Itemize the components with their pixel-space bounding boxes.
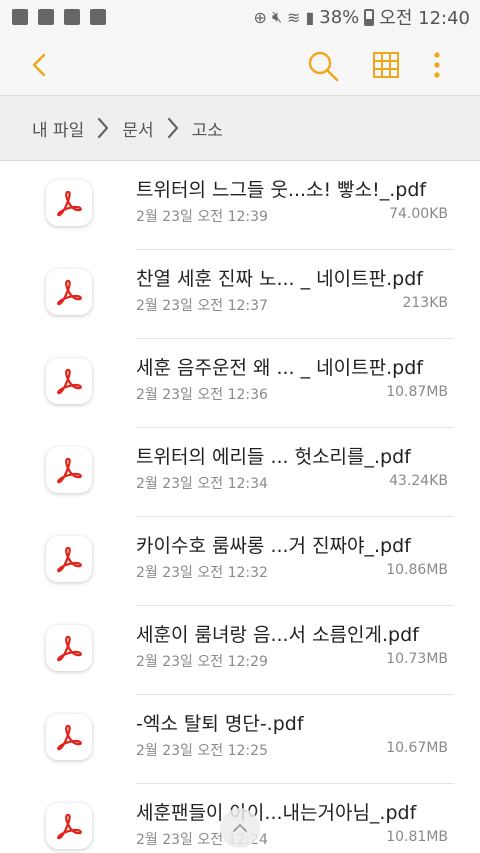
list-item[interactable]: 카이수호 룸싸롱 ...거 진짜야_.pdf 2월 23일 오전 12:32 1…: [0, 517, 480, 606]
file-date: 2월 23일 오전 12:39: [136, 209, 268, 225]
file-size: 10.87MB: [386, 384, 448, 400]
breadcrumb-documents[interactable]: 문서: [122, 116, 153, 141]
status-bar-system-icons: ⊕ 🔇︎ ≋ ▮ 38% 오전 12:40: [254, 4, 470, 30]
breadcrumb-my-files[interactable]: 내 파일: [32, 116, 84, 141]
pdf-icon: [46, 358, 92, 404]
file-date: 2월 23일 오전 12:34: [136, 476, 268, 492]
file-name: 세훈팬들이 아이...내는거아님_.pdf: [136, 802, 417, 824]
file-date: 2월 23일 오전 12:36: [136, 387, 268, 403]
chevron-up-icon: [233, 824, 247, 832]
status-bar-notification-icons: [12, 9, 106, 25]
mute-icon: 🔇︎: [271, 7, 283, 26]
file-size: 10.86MB: [386, 562, 448, 578]
battery-icon: [364, 8, 375, 26]
scroll-up-handle[interactable]: [220, 808, 260, 848]
pdf-icon: [46, 447, 92, 493]
status-bar: ⊕ 🔇︎ ≋ ▮ 38% 오전 12:40: [0, 0, 480, 34]
file-size: 43.24KB: [389, 473, 448, 489]
list-item[interactable]: 세훈 음주운전 왜 ... _ 네이트판.pdf 2월 23일 오전 12:36…: [0, 339, 480, 428]
file-name: 트위터의 에리들 ... 헛소리를_.pdf: [136, 446, 411, 468]
list-item[interactable]: -엑소 탈퇴 명단-.pdf 2월 23일 오전 12:25 10.67MB: [0, 695, 480, 784]
gallery-icon: [64, 9, 80, 25]
breadcrumb: 내 파일 문서 고소: [0, 96, 480, 160]
file-list: 트위터의 느그들 웃...소! 빻소!_.pdf 2월 23일 오전 12:39…: [0, 161, 480, 853]
signal-icon: ▮: [305, 7, 315, 27]
wifi-icon: ≋: [287, 7, 301, 27]
grid-view-icon[interactable]: [371, 50, 401, 80]
file-name: 세훈 음주운전 왜 ... _ 네이트판.pdf: [136, 357, 423, 379]
list-item[interactable]: 트위터의 느그들 웃...소! 빻소!_.pdf 2월 23일 오전 12:39…: [0, 161, 480, 250]
pdf-icon: [46, 714, 92, 760]
pdf-icon: [46, 803, 92, 849]
file-size: 10.81MB: [386, 829, 448, 845]
file-name: 트위터의 느그들 웃...소! 빻소!_.pdf: [136, 179, 427, 201]
pdf-icon: [46, 536, 92, 582]
file-name: 세훈이 룸녀랑 음...서 소름인게.pdf: [136, 624, 419, 646]
toolbar: [0, 34, 480, 96]
list-item[interactable]: 세훈이 룸녀랑 음...서 소름인게.pdf 2월 23일 오전 12:29 1…: [0, 606, 480, 695]
image-icon: [38, 9, 54, 25]
file-size: 74.00KB: [389, 206, 448, 222]
file-date: 2월 23일 오전 12:37: [136, 298, 268, 314]
file-size: 213KB: [402, 295, 448, 311]
file-name: 카이수호 룸싸롱 ...거 진짜야_.pdf: [136, 535, 411, 557]
pdf-icon: [46, 269, 92, 315]
search-icon[interactable]: [306, 49, 340, 83]
file-size: 10.67MB: [386, 740, 448, 756]
file-date: 2월 23일 오전 12:25: [136, 743, 268, 759]
list-item[interactable]: 트위터의 에리들 ... 헛소리를_.pdf 2월 23일 오전 12:34 4…: [0, 428, 480, 517]
data-saver-icon: ⊕: [253, 7, 267, 27]
sd-card-icon: [90, 9, 106, 25]
chevron-right-icon: [98, 117, 109, 139]
app-icon: [12, 9, 28, 25]
back-icon[interactable]: [28, 52, 54, 78]
file-date: 2월 23일 오전 12:32: [136, 565, 268, 581]
battery-percent: 38%: [319, 6, 360, 28]
clock: 오전 12:40: [379, 8, 470, 29]
file-name: 찬열 세훈 진짜 노... _ 네이트판.pdf: [136, 268, 423, 290]
file-size: 10.73MB: [386, 651, 448, 667]
list-item[interactable]: 찬열 세훈 진짜 노... _ 네이트판.pdf 2월 23일 오전 12:37…: [0, 250, 480, 339]
file-date: 2월 23일 오전 12:29: [136, 654, 268, 670]
pdf-icon: [46, 180, 92, 226]
chevron-right-icon: [167, 117, 178, 139]
file-name: -엑소 탈퇴 명단-.pdf: [136, 713, 304, 735]
pdf-icon: [46, 625, 92, 671]
breadcrumb-current-folder[interactable]: 고소: [192, 116, 223, 141]
more-options-icon[interactable]: [427, 50, 447, 80]
